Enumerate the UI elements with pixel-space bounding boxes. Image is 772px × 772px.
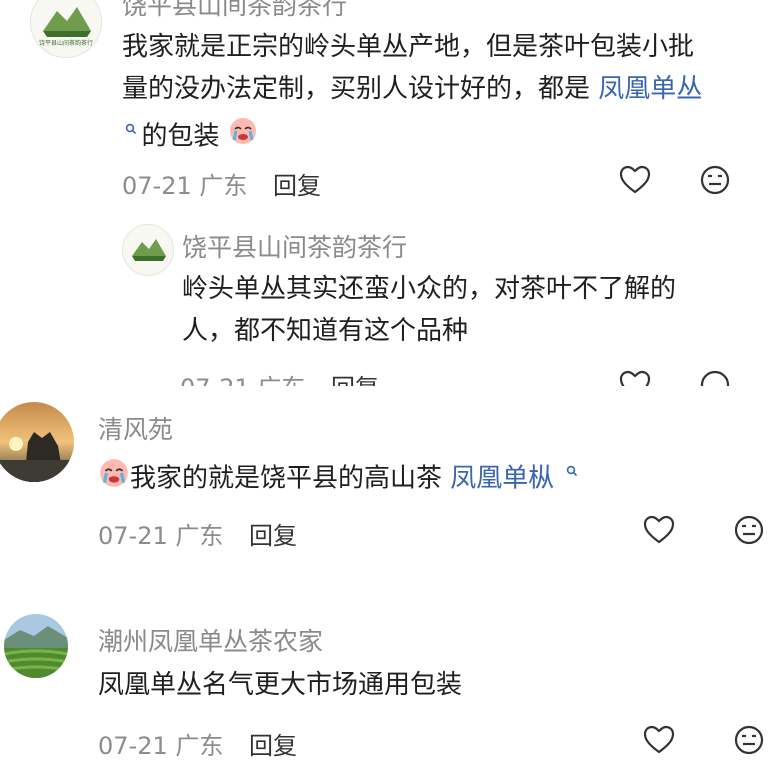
reply-button[interactable]: 回复 [331, 374, 379, 386]
dislike-icon[interactable] [698, 368, 734, 386]
comment-meta: 07-21 广东 回复 [98, 516, 297, 551]
avatar[interactable] [0, 402, 74, 482]
comment-region: 广东 [199, 172, 248, 200]
comment-author[interactable]: 清风苑 [98, 410, 173, 446]
reply-text: 岭头单丛其实还蛮小众的，对茶叶不了解的 人，都不知道有这个品种 [182, 268, 742, 352]
reply-avatar[interactable] [122, 224, 174, 276]
crying-emoji [98, 457, 130, 502]
comment-line: 人，都不知道有这个品种 [182, 316, 469, 346]
tea-field-photo [4, 614, 68, 678]
comment-meta: 07-21 广东 回复 [122, 166, 321, 201]
comment-date: 07-21 [122, 172, 192, 200]
comment-date: 07-21 [180, 374, 250, 386]
comment-author[interactable]: 潮州凤凰单丛茶农家 [98, 622, 323, 658]
comment-line: 的包装 [122, 110, 762, 159]
topic-link[interactable]: 凤凰单丛 [598, 74, 702, 104]
search-icon[interactable] [566, 465, 578, 481]
comment-meta: 07-21 广东 回复 [180, 368, 379, 386]
comment-region: 广东 [175, 522, 224, 550]
comment-date: 07-21 [98, 522, 168, 550]
reply-button[interactable]: 回复 [249, 732, 297, 760]
reply-meta-clipped: 07-21 广东 回复 [170, 364, 770, 386]
shop-logo: 饶平县山间茶韵茶行 [39, 7, 93, 47]
comment-region: 广东 [175, 732, 224, 760]
heart-icon[interactable] [618, 368, 654, 386]
reply-button[interactable]: 回复 [273, 172, 321, 200]
comment-meta: 07-21 广东 回复 [98, 726, 297, 761]
dislike-icon[interactable] [732, 513, 768, 549]
avatar[interactable]: 饶平县山间茶韵茶行 [30, 0, 102, 58]
heart-icon[interactable] [642, 723, 678, 759]
comment-author[interactable]: 饶平县山间茶韵茶行 [122, 0, 347, 18]
topic-link[interactable]: 凤凰单枞 [450, 464, 554, 494]
comment-date: 07-21 [98, 732, 168, 760]
comment-line: 我家就是正宗的岭头单丛产地，但是茶叶包装小批 [122, 32, 695, 62]
comment-text: 凤凰单丛名气更大市场通用包装 [98, 670, 463, 700]
shop-logo [132, 239, 166, 261]
comment-line: 量的没办法定制，买别人设计好的，都是 凤凰单丛 [122, 74, 703, 104]
avatar-label: 饶平县山间茶韵茶行 [39, 39, 93, 47]
avatar[interactable] [4, 614, 68, 678]
heart-icon[interactable] [642, 513, 678, 549]
heart-icon[interactable] [618, 163, 654, 199]
reply-author[interactable]: 饶平县山间茶韵茶行 [182, 228, 407, 264]
crying-emoji [228, 116, 258, 159]
comment-line: 岭头单丛其实还蛮小众的，对茶叶不了解的 [182, 274, 677, 304]
search-icon[interactable] [125, 123, 141, 139]
comment-text: 我家就是正宗的岭头单丛产地，但是茶叶包装小批 量的没办法定制，买别人设计好的，都… [122, 26, 762, 159]
comment-region: 广东 [257, 374, 305, 386]
sunset-photo [0, 402, 74, 482]
dislike-icon[interactable] [732, 723, 768, 759]
dislike-icon[interactable] [698, 163, 734, 199]
reply-button[interactable]: 回复 [249, 522, 297, 550]
comment-text: 我家的就是饶平县的高山茶 凤凰单枞 [98, 452, 758, 502]
